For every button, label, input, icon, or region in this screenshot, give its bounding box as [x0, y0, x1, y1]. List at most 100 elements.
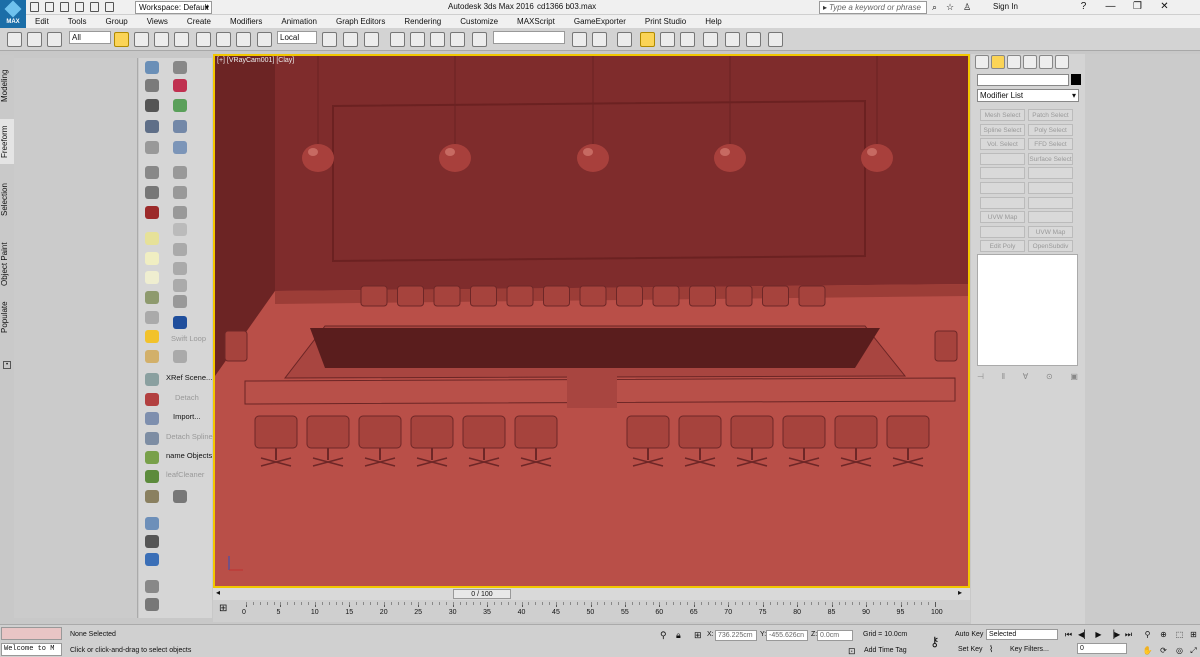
modifier-set-button[interactable]: Edit Poly — [980, 240, 1025, 253]
cube-frame-icon[interactable] — [173, 61, 187, 74]
plane-icon[interactable] — [145, 252, 159, 265]
xref-scene-button[interactable]: XRef Scene... — [166, 373, 212, 382]
leaf-clean-icon[interactable] — [145, 470, 159, 483]
auto-key-button[interactable]: Auto Key — [955, 631, 983, 638]
search-input[interactable]: Type a keyword or phrase — [819, 1, 927, 14]
modifier-list-dropdown[interactable]: Modifier List — [977, 89, 1079, 102]
box-alt-icon[interactable] — [173, 186, 187, 199]
walk-icon[interactable]: ◎ — [1174, 645, 1185, 656]
graphite-toggle-icon[interactable] — [640, 32, 655, 47]
project-folder-icon[interactable] — [105, 2, 114, 12]
snaps-toggle-icon[interactable] — [390, 32, 405, 47]
modifier-set-button[interactable]: FFD Select — [1028, 138, 1073, 151]
utilities-tab-icon[interactable] — [1055, 55, 1069, 69]
modifier-set-button[interactable]: OpenSubdiv — [1028, 240, 1073, 253]
new-file-icon[interactable] — [30, 2, 39, 12]
next-frame-button-icon[interactable]: ▕▶ — [1108, 629, 1120, 640]
sun-icon[interactable] — [145, 330, 159, 343]
unlink-icon[interactable] — [47, 32, 62, 47]
link-icon[interactable] — [27, 32, 42, 47]
tab-freeform[interactable]: Freeform — [0, 119, 14, 164]
sphere-small-icon[interactable] — [145, 517, 159, 530]
prev-frame-button-icon[interactable]: ◀▏ — [1078, 629, 1090, 640]
time-slider[interactable]: 0 / 100 — [453, 589, 511, 599]
mini-curve-icon[interactable]: ⊞ — [219, 603, 227, 614]
lock-icon[interactable] — [173, 490, 187, 503]
swift-loop-icon[interactable] — [173, 350, 187, 363]
tab-selection[interactable]: Selection — [0, 177, 14, 222]
menu-item-graph-editors[interactable]: Graph Editors — [336, 15, 385, 28]
pivot-center-icon[interactable] — [322, 32, 337, 47]
menu-item-views[interactable]: Views — [147, 15, 168, 28]
modifier-set-button[interactable]: Poly Select — [1028, 123, 1073, 136]
material-editor-icon[interactable] — [703, 32, 718, 47]
menu-item-print-studio[interactable]: Print Studio — [645, 15, 686, 28]
go-to-start-icon[interactable]: ⏮ — [1063, 629, 1074, 640]
viewport-camera[interactable]: [+] [VRayCam001] [Clay] — [213, 54, 970, 588]
lock-selection-icon[interactable]: 🔒︎ — [676, 630, 681, 641]
modifier-set-button[interactable]: UVW Map — [980, 211, 1025, 224]
ring-icon[interactable] — [145, 350, 159, 363]
box-icon[interactable] — [145, 79, 159, 92]
modifier-set-button[interactable] — [1028, 211, 1073, 224]
edit-named-sel-icon[interactable] — [472, 32, 487, 47]
wheel-icon[interactable] — [145, 490, 159, 503]
gear-alt-icon[interactable] — [145, 186, 159, 199]
named-selection-dropdown[interactable] — [493, 31, 565, 44]
detach-spline-button[interactable]: Detach Spline — [166, 432, 213, 441]
modifier-set-button[interactable]: Vol. Select — [980, 138, 1025, 151]
menu-item-customize[interactable]: Customize — [460, 15, 498, 28]
create-tab-icon[interactable] — [975, 55, 989, 69]
manipulate-icon[interactable] — [343, 32, 358, 47]
object-color-swatch[interactable] — [1071, 74, 1081, 85]
select-move-icon[interactable] — [196, 32, 211, 47]
dotted-box-icon[interactable] — [173, 141, 187, 154]
window-crossing-icon[interactable] — [174, 32, 189, 47]
zoom-extents-icon[interactable]: ⬚ — [1174, 629, 1185, 640]
loop-icon[interactable] — [173, 166, 187, 179]
modifier-set-button[interactable]: Mesh Select — [980, 109, 1025, 121]
viewport-label[interactable]: [+] [VRayCam001] [Clay] — [217, 57, 294, 64]
menu-item-animation[interactable]: Animation — [281, 15, 317, 28]
pin-stack-icon[interactable]: ⊣ — [977, 372, 984, 384]
layer-explorer-icon[interactable] — [617, 32, 632, 47]
maxscript-mini-listener[interactable] — [1, 627, 62, 640]
cube-color-icon[interactable] — [145, 553, 159, 566]
prev-frame-icon[interactable]: ◂ — [216, 588, 220, 597]
modifier-set-button[interactable] — [1028, 196, 1073, 209]
keyboard-shortcut-icon[interactable] — [364, 32, 379, 47]
monitor-icon[interactable] — [173, 99, 187, 112]
modifier-set-button[interactable]: Surface Select — [1028, 152, 1073, 165]
panel-icon[interactable] — [145, 120, 159, 133]
drop-icon[interactable] — [145, 311, 159, 324]
menu-item-maxscript[interactable]: MAXScript — [517, 15, 555, 28]
schematic-view-icon[interactable] — [680, 32, 695, 47]
track-bar[interactable]: ⊞ 0 5 10 15 20 25 30 35 40 45 50 55 60 65 70 75 80 85 90 95… — [213, 600, 970, 622]
workspace-dropdown[interactable]: Workspace: Default — [135, 1, 212, 14]
key-mode-dropdown[interactable]: Selected — [986, 629, 1058, 640]
doc-icon[interactable] — [145, 580, 159, 593]
configure-sets-icon[interactable]: ▣ — [1070, 372, 1078, 384]
help-circle-icon[interactable] — [145, 598, 159, 611]
curve-editor-icon[interactable] — [660, 32, 675, 47]
default-tangent-icon[interactable]: ⌇ — [989, 644, 993, 655]
expand-icon[interactable]: • — [3, 361, 11, 369]
modifier-set-button[interactable] — [980, 152, 1025, 165]
gear-icon[interactable] — [145, 166, 159, 179]
tab-object-paint[interactable]: Object Paint — [0, 235, 14, 293]
xref-icon[interactable] — [145, 373, 159, 386]
isolate-icon[interactable]: ⚲ — [660, 630, 667, 641]
zoom-extents-all-icon[interactable]: ⊞ — [1188, 629, 1199, 640]
rename-objects-button[interactable]: name Objects — [166, 451, 212, 460]
key-filters-button[interactable]: Key Filters... — [1010, 646, 1049, 653]
menu-item-gameexporter[interactable]: GameExporter — [574, 15, 626, 28]
maximize-viewport-icon[interactable]: ⤢ — [1188, 645, 1199, 656]
abs-rel-icon[interactable]: ⊞ — [694, 630, 702, 641]
render-icon[interactable] — [768, 32, 783, 47]
extrude-icon[interactable] — [173, 243, 187, 256]
select-scale-icon[interactable] — [236, 32, 251, 47]
pan-icon[interactable]: ✋ — [1142, 645, 1153, 656]
modifier-set-button[interactable] — [980, 167, 1025, 180]
modifier-set-button[interactable] — [980, 182, 1025, 194]
cone-icon[interactable] — [145, 141, 159, 154]
